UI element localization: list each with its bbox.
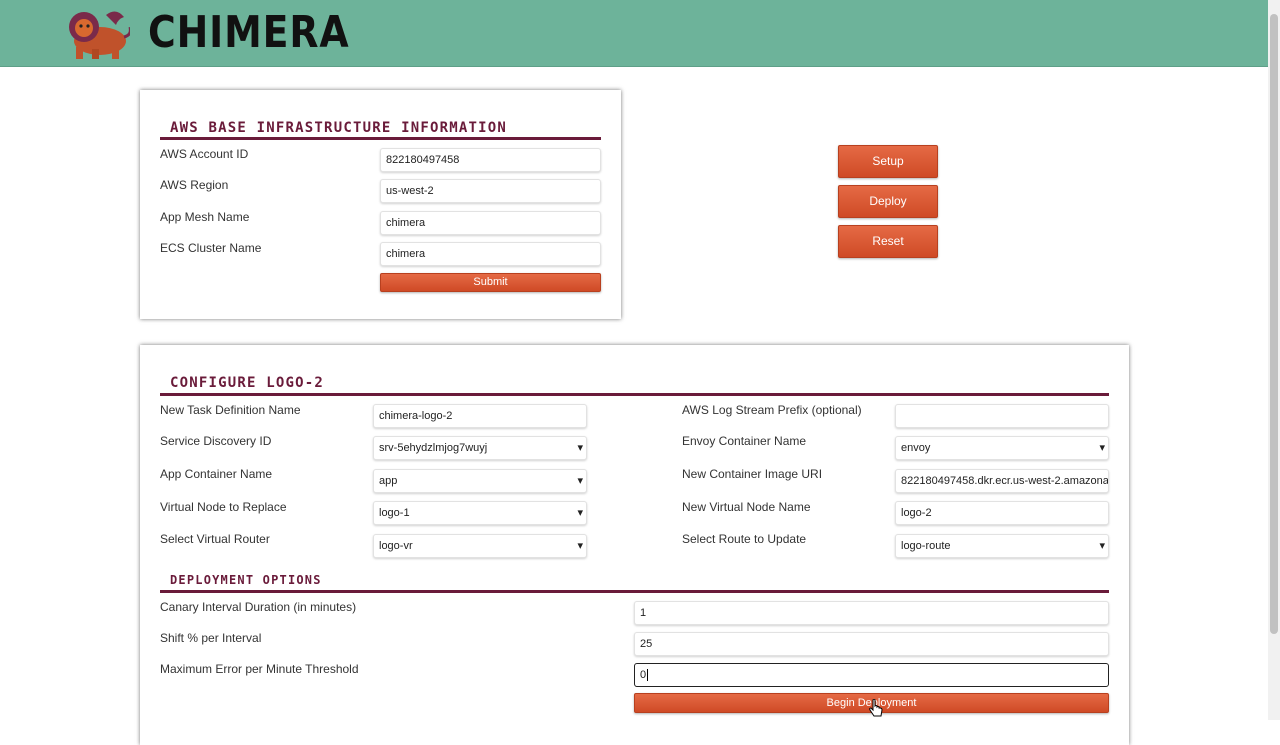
submit-button[interactable]: Submit xyxy=(380,273,601,292)
mesh-name-input[interactable]: chimera xyxy=(380,211,601,235)
deployment-divider xyxy=(160,590,1109,593)
account-id-label: AWS Account ID xyxy=(160,147,249,161)
deployment-options-title: Deployment Options xyxy=(170,573,322,587)
task-def-input[interactable]: chimera-logo-2 xyxy=(373,404,587,428)
virtual-node-replace-select[interactable]: logo-1 xyxy=(373,501,587,525)
app-container-label: App Container Name xyxy=(160,467,273,481)
log-stream-prefix-input[interactable] xyxy=(895,404,1109,428)
region-label: AWS Region xyxy=(160,178,229,192)
task-def-label: New Task Definition Name xyxy=(160,403,301,417)
canary-interval-input[interactable]: 1 xyxy=(634,601,1109,625)
service-discovery-label: Service Discovery ID xyxy=(160,434,272,448)
error-threshold-input[interactable]: 0 xyxy=(634,663,1109,687)
region-input[interactable]: us-west-2 xyxy=(380,179,601,203)
hand-pointer-cursor-icon xyxy=(869,699,883,717)
base-infra-title: AWS Base Infrastructure Information xyxy=(170,120,508,136)
configure-divider xyxy=(160,393,1109,396)
route-update-label: Select Route to Update xyxy=(682,532,807,546)
mesh-name-label: App Mesh Name xyxy=(160,210,250,224)
setup-button[interactable]: Setup xyxy=(838,145,938,178)
virtual-node-replace-label: Virtual Node to Replace xyxy=(160,500,287,514)
virtual-router-label: Select Virtual Router xyxy=(160,532,270,546)
configure-title: Configure logo-2 xyxy=(170,375,325,391)
route-update-select[interactable]: logo-route xyxy=(895,534,1109,558)
reset-button[interactable]: Reset xyxy=(838,225,938,258)
cluster-name-input[interactable]: chimera xyxy=(380,242,601,266)
virtual-router-select[interactable]: logo-vr xyxy=(373,534,587,558)
shift-percent-label: Shift % per Interval xyxy=(160,631,262,645)
text-caret xyxy=(647,669,649,682)
new-virtual-node-input[interactable]: logo-2 xyxy=(895,501,1109,525)
base-infra-divider xyxy=(160,137,601,140)
configure-card: Configure logo-2 New Task Definition Nam… xyxy=(140,345,1129,745)
error-threshold-value: 0 xyxy=(640,669,647,681)
base-infra-card: AWS Base Infrastructure Information AWS … xyxy=(140,90,621,319)
account-id-input[interactable]: 822180497458 xyxy=(380,148,601,172)
app-title: CHIMERA xyxy=(148,7,350,58)
shift-percent-input[interactable]: 25 xyxy=(634,632,1109,656)
envoy-container-label: Envoy Container Name xyxy=(682,434,807,448)
service-discovery-select[interactable]: srv-5ehydzlmjog7wuyj xyxy=(373,436,587,460)
deploy-button[interactable]: Deploy xyxy=(838,185,938,218)
app-container-select[interactable]: app xyxy=(373,469,587,493)
container-image-uri-input[interactable]: 822180497458.dkr.ecr.us-west-2.amazonaws… xyxy=(895,469,1109,493)
container-image-uri-label: New Container Image URI xyxy=(682,467,823,481)
chimera-lion-logo-icon xyxy=(69,11,130,59)
cluster-name-label: ECS Cluster Name xyxy=(160,241,262,255)
envoy-container-select[interactable]: envoy xyxy=(895,436,1109,460)
scrollbar-thumb[interactable] xyxy=(1270,14,1278,634)
error-threshold-label: Maximum Error per Minute Threshold xyxy=(160,662,359,676)
new-virtual-node-label: New Virtual Node Name xyxy=(682,500,811,514)
app-header: CHIMERA xyxy=(0,0,1268,67)
log-stream-prefix-label: AWS Log Stream Prefix (optional) xyxy=(682,403,862,417)
canary-interval-label: Canary Interval Duration (in minutes) xyxy=(160,600,357,614)
